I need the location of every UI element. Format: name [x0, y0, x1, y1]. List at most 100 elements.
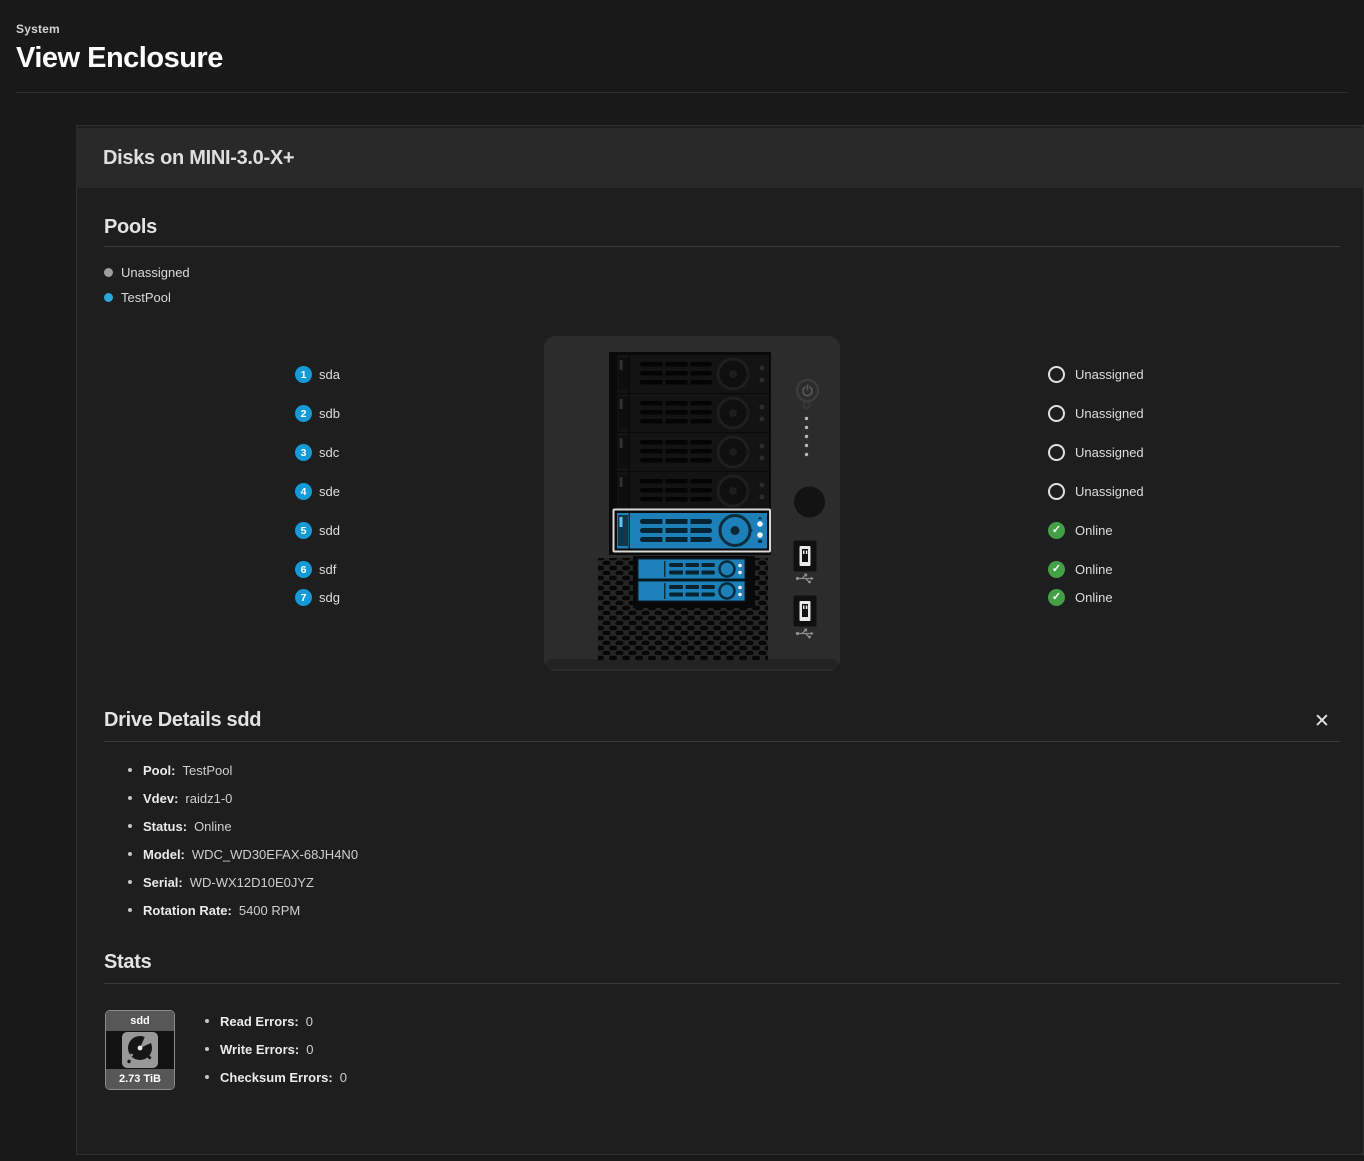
drive-name: sdg [319, 590, 340, 605]
status-label: Online [1075, 590, 1113, 605]
drive-bay-sdd-selected[interactable] [614, 510, 771, 552]
close-icon[interactable]: ✕ [1309, 708, 1335, 734]
breadcrumb-system[interactable]: System [16, 22, 60, 36]
drive-row-sda[interactable]: 1 sda [295, 364, 340, 385]
view-enclosure-page: System View Enclosure Disks on MINI-3.0-… [0, 0, 1364, 1161]
drive-name: sdd [319, 523, 340, 538]
detail-item-pool: Pool: TestPool [128, 761, 232, 779]
drive-row-sdd[interactable]: 5 sdd [295, 520, 340, 541]
drive-row-sdg[interactable]: 7 sdg [295, 587, 340, 608]
drive-bay-sdg[interactable] [638, 581, 745, 601]
drive-name: sdc [319, 445, 339, 460]
bullet-icon [128, 824, 132, 828]
usb-port-icon-1 [793, 540, 817, 572]
unassigned-circle-icon [1048, 483, 1065, 500]
stat-label: Checksum Errors: [220, 1070, 333, 1085]
bullet-icon [128, 768, 132, 772]
stat-label: Read Errors: [220, 1014, 299, 1029]
online-check-icon: ✓ [1048, 522, 1065, 539]
legend-item-unassigned: Unassigned [104, 264, 190, 281]
enclosure-graphic [543, 335, 841, 672]
status-row-sda: Unassigned [1048, 364, 1144, 385]
detail-item-vdev: Vdev: raidz1-0 [128, 789, 232, 807]
drive-row-sdc[interactable]: 3 sdc [295, 442, 339, 463]
bullet-icon [205, 1019, 209, 1023]
detail-value: 5400 RPM [239, 903, 300, 918]
drive-details-heading: Drive Details sdd [104, 707, 261, 733]
detail-value: raidz1-0 [185, 791, 232, 806]
detail-item-rotation-rate: Rotation Rate: 5400 RPM [128, 901, 300, 919]
drive-details-divider [104, 741, 1340, 742]
detail-value: WD-WX12D10E0JYZ [190, 875, 314, 890]
drive-number-badge: 6 [295, 561, 312, 578]
drive-number-badge: 3 [295, 444, 312, 461]
detail-value: WDC_WD30EFAX-68JH4N0 [192, 847, 358, 862]
status-row-sdg: ✓ Online [1048, 587, 1113, 608]
stat-value: 0 [306, 1042, 313, 1057]
drive-bay-3[interactable] [617, 433, 769, 471]
drive-row-sdb[interactable]: 2 sdb [295, 403, 340, 424]
usb-port-icon-2 [793, 595, 817, 627]
drive-name: sdb [319, 406, 340, 421]
unassigned-dot-icon [104, 268, 113, 277]
detail-label: Status: [143, 819, 187, 834]
drive-name: sde [319, 484, 340, 499]
stat-item-read-errors: Read Errors: 0 [205, 1012, 313, 1030]
status-label: Unassigned [1075, 367, 1144, 382]
detail-item-serial: Serial: WD-WX12D10E0JYZ [128, 873, 314, 891]
disk-name-band: sdd [106, 1011, 174, 1031]
status-row-sde: Unassigned [1048, 481, 1144, 502]
unassigned-circle-icon [1048, 366, 1065, 383]
detail-label: Model: [143, 847, 185, 862]
pools-divider [104, 246, 1340, 247]
detail-label: Serial: [143, 875, 183, 890]
status-row-sdb: Unassigned [1048, 403, 1144, 424]
stat-value: 0 [306, 1014, 313, 1029]
testpool-dot-icon [104, 293, 113, 302]
detail-label: Rotation Rate: [143, 903, 232, 918]
detail-label: Pool: [143, 763, 176, 778]
bullet-icon [128, 796, 132, 800]
status-label: Unassigned [1075, 484, 1144, 499]
drive-number-badge: 4 [295, 483, 312, 500]
stat-value: 0 [340, 1070, 347, 1085]
drive-row-sdf[interactable]: 6 sdf [295, 559, 336, 580]
front-knob [794, 487, 825, 518]
unassigned-circle-icon [1048, 444, 1065, 461]
stat-label: Write Errors: [220, 1042, 299, 1057]
bullet-icon [128, 852, 132, 856]
online-check-icon: ✓ [1048, 589, 1065, 606]
detail-label: Vdev: [143, 791, 178, 806]
drive-name: sdf [319, 562, 336, 577]
status-label: Unassigned [1075, 445, 1144, 460]
disk-size-band: 2.73 TiB [106, 1069, 174, 1089]
legend-item-testpool: TestPool [104, 289, 171, 306]
stat-item-checksum-errors: Checksum Errors: 0 [205, 1068, 347, 1086]
drive-bay-sdf[interactable] [638, 559, 745, 579]
drive-name: sda [319, 367, 340, 382]
hard-drive-icon [118, 1032, 162, 1068]
bullet-icon [205, 1075, 209, 1079]
drive-row-sde[interactable]: 4 sde [295, 481, 340, 502]
drive-bay-4[interactable] [617, 472, 769, 510]
title-divider [16, 92, 1348, 93]
bullet-icon [128, 880, 132, 884]
disk-thumbnail-card: sdd 2.73 TiB [105, 1010, 175, 1090]
stat-item-write-errors: Write Errors: 0 [205, 1040, 313, 1058]
drive-bay-1[interactable] [617, 355, 769, 393]
status-label: Unassigned [1075, 406, 1144, 421]
stats-divider [104, 983, 1340, 984]
status-row-sdc: Unassigned [1048, 442, 1144, 463]
drive-number-badge: 2 [295, 405, 312, 422]
drive-number-badge: 1 [295, 366, 312, 383]
drive-number-badge: 5 [295, 522, 312, 539]
bullet-icon [128, 908, 132, 912]
page-title: View Enclosure [16, 42, 223, 75]
status-row-sdd: ✓ Online [1048, 520, 1113, 541]
detail-value: Online [194, 819, 232, 834]
drive-bay-2[interactable] [617, 394, 769, 432]
status-row-sdf: ✓ Online [1048, 559, 1113, 580]
stats-heading: Stats [104, 949, 151, 975]
pools-heading: Pools [104, 214, 157, 240]
status-label: Online [1075, 562, 1113, 577]
